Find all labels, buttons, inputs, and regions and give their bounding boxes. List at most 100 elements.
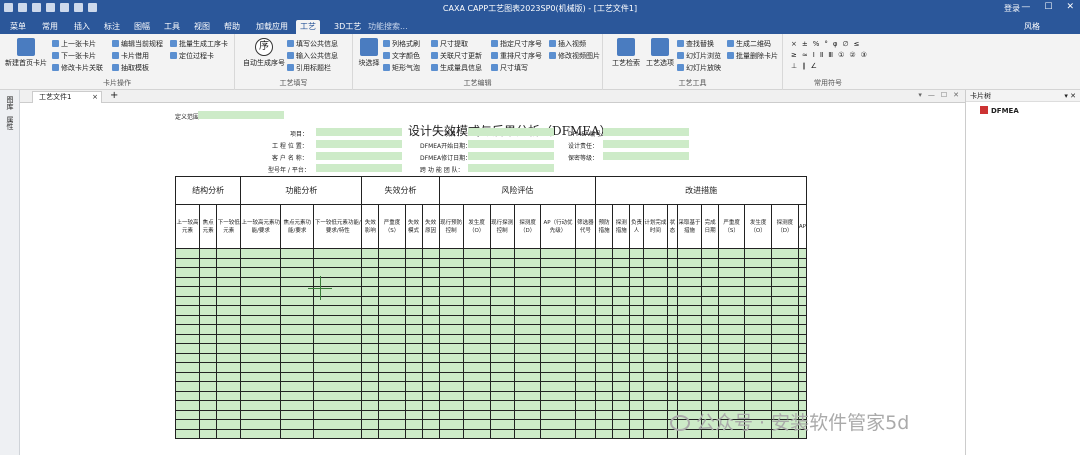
table-cell[interactable] [701,352,720,363]
customer-field[interactable] [316,152,402,160]
table-cell[interactable] [313,248,363,259]
table-cell[interactable] [462,352,491,363]
table-cell[interactable] [771,371,799,382]
table-cell[interactable] [199,324,218,335]
table-cell[interactable] [378,419,406,430]
table-cell[interactable] [421,362,440,373]
table-cell[interactable] [489,267,515,278]
table-cell[interactable] [216,390,242,401]
table-cell[interactable] [744,333,773,344]
table-cell[interactable] [612,305,631,316]
table-cell[interactable] [216,267,242,278]
table-cell[interactable] [489,324,515,335]
library-tab[interactable]: 图库 [5,96,15,110]
table-cell[interactable] [612,428,631,439]
table-cell[interactable] [744,267,773,278]
table-cell[interactable] [489,314,515,325]
table-cell[interactable] [174,295,201,306]
table-cell[interactable] [701,381,720,392]
table-cell[interactable] [612,257,631,268]
table-cell[interactable] [701,333,720,344]
table-cell[interactable] [595,314,614,325]
table-cell[interactable] [540,343,576,354]
table-cell[interactable] [378,371,406,382]
table-cell[interactable] [629,286,644,297]
table-cell[interactable] [174,428,201,439]
table-cell[interactable] [629,324,644,335]
table-cell[interactable] [701,276,720,287]
table-cell[interactable] [361,324,380,335]
table-cell[interactable] [438,381,464,392]
tab-view[interactable]: 视图 [190,20,214,34]
table-cell[interactable] [404,419,423,430]
table-cell[interactable] [489,295,515,306]
table-cell[interactable] [378,295,406,306]
table-cell[interactable] [612,286,631,297]
table-cell[interactable] [574,333,597,344]
table-cell[interactable] [744,343,773,354]
table-cell[interactable] [744,362,773,373]
table-cell[interactable] [612,381,631,392]
table-cell[interactable] [404,362,423,373]
table-cell[interactable] [666,286,678,297]
table-cell[interactable] [771,305,799,316]
table-cell[interactable] [216,428,242,439]
table-cell[interactable] [313,428,363,439]
table-cell[interactable] [629,267,644,278]
table-cell[interactable] [701,267,720,278]
table-cell[interactable] [718,343,746,354]
table-cell[interactable] [438,267,464,278]
table-cell[interactable] [216,419,242,430]
cite-title-button[interactable]: 引用标题栏 [287,63,331,73]
table-cell[interactable] [718,295,746,306]
table-cell[interactable] [718,276,746,287]
table-cell[interactable] [240,333,282,344]
table-cell[interactable] [462,428,491,439]
table-cell[interactable] [240,409,282,420]
revision-date-field[interactable] [468,152,554,160]
table-cell[interactable] [421,400,440,411]
modify-link-button[interactable]: 修改卡片关联 [52,63,103,73]
table-cell[interactable] [666,248,678,259]
table-cell[interactable] [718,305,746,316]
table-cell[interactable] [313,362,363,373]
process-search-button[interactable]: 工艺检索 [611,38,641,68]
table-cell[interactable] [513,381,542,392]
table-cell[interactable] [462,419,491,430]
table-cell[interactable] [629,428,644,439]
tab-menu[interactable]: 菜单 [6,20,30,34]
table-cell[interactable] [629,390,644,401]
table-cell[interactable] [216,305,242,316]
table-cell[interactable] [701,343,720,354]
table-cell[interactable] [612,343,631,354]
table-cell[interactable] [797,324,808,335]
table-cell[interactable] [361,333,380,344]
table-cell[interactable] [642,276,668,287]
table-cell[interactable] [676,333,703,344]
table-cell[interactable] [797,362,808,373]
table-cell[interactable] [280,343,315,354]
location-field[interactable] [316,140,402,148]
table-cell[interactable] [513,267,542,278]
table-cell[interactable] [378,352,406,363]
table-cell[interactable] [240,343,282,354]
table-cell[interactable] [240,276,282,287]
table-cell[interactable] [489,419,515,430]
table-cell[interactable] [642,305,668,316]
table-cell[interactable] [797,390,808,401]
table-cell[interactable] [438,324,464,335]
table-cell[interactable] [216,286,242,297]
table-cell[interactable] [513,286,542,297]
table-cell[interactable] [174,390,201,401]
next-card-button[interactable]: 下一张卡片 [52,51,96,61]
table-cell[interactable] [797,257,808,268]
slide-play-button[interactable]: 幻灯片放映 [677,63,721,73]
table-cell[interactable] [404,409,423,420]
table-cell[interactable] [718,267,746,278]
table-cell[interactable] [313,381,363,392]
table-cell[interactable] [404,428,423,439]
table-cell[interactable] [361,314,380,325]
table-cell[interactable] [642,352,668,363]
drawing-canvas[interactable]: 定义范围 设计失效模式与后果分析（DFMEA） 项目： 项目： DFMEA编号：… [20,103,965,455]
table-cell[interactable] [595,352,614,363]
